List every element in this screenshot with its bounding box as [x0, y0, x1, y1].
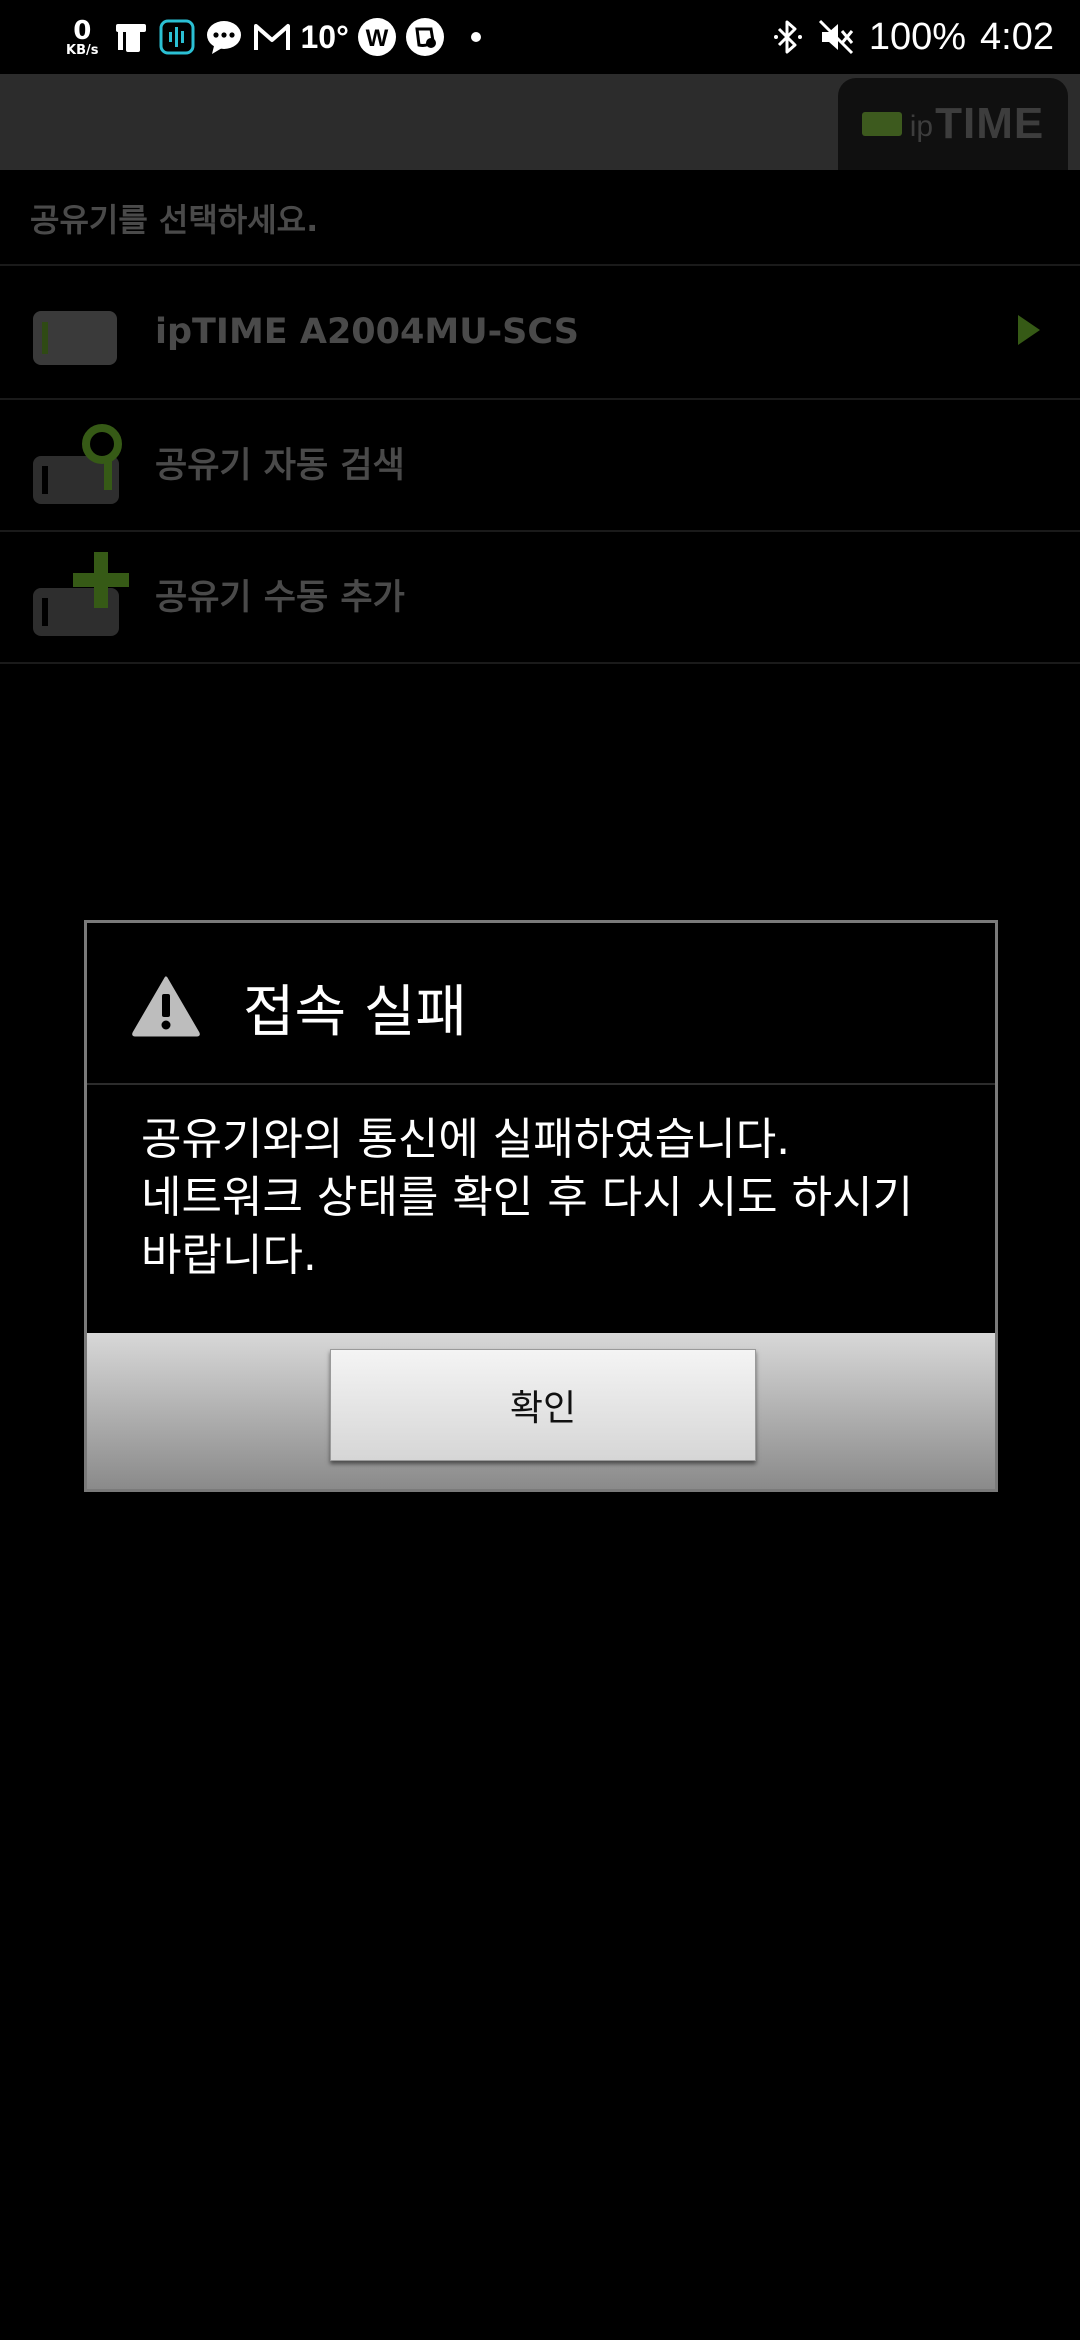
gmail-icon	[252, 18, 292, 56]
dialog-message-line: 네트워크 상태를 확인 후 다시 시도 하시기	[141, 1172, 914, 1223]
dialog-header: 접속 실패	[87, 923, 995, 1085]
logo-time-text: TIME	[935, 99, 1045, 148]
screen: 0 KB/s 10° W 100% 4:02 ip TIME 공유기를 선택하세…	[0, 0, 1080, 2340]
status-bar: 0 KB/s 10° W 100% 4:02	[0, 0, 1080, 74]
dialog-footer: 확인	[87, 1333, 995, 1489]
clock: 4:02	[980, 15, 1054, 58]
connection-failed-dialog: 접속 실패 공유기와의 통신에 실패하였습니다. 네트워크 상태를 확인 후 다…	[84, 920, 998, 1492]
network-speed-value: 0	[73, 15, 92, 46]
router-name: ipTIME A2004MU-SCS	[155, 312, 579, 352]
auto-search-label: 공유기 자동 검색	[155, 446, 405, 486]
dialog-message-line: 바랍니다.	[141, 1230, 317, 1281]
app-notification-icon	[405, 17, 445, 57]
dialog-message: 공유기와의 통신에 실패하였습니다. 네트워크 상태를 확인 후 다시 시도 하…	[141, 1111, 961, 1285]
network-speed: 0 KB/s	[66, 18, 98, 57]
app-header: ip TIME	[0, 74, 1080, 170]
svg-text:W: W	[366, 25, 389, 52]
chat-bubble-icon	[204, 18, 244, 56]
warning-icon	[131, 975, 201, 1041]
bluetooth-icon	[773, 18, 803, 56]
list-heading: 공유기를 선택하세요.	[30, 201, 319, 239]
phone-tool-icon	[112, 18, 150, 56]
router-list-item[interactable]: ipTIME A2004MU-SCS	[0, 266, 1080, 398]
manual-add-item[interactable]: 공유기 수동 추가	[0, 532, 1080, 664]
manual-add-label: 공유기 수동 추가	[155, 578, 405, 618]
iptime-logo: ip TIME	[838, 78, 1068, 170]
play-arrow-icon	[1016, 313, 1042, 351]
w-app-icon: W	[357, 17, 397, 57]
router-add-icon	[32, 550, 132, 642]
weather-temperature: 10°	[300, 18, 349, 55]
status-left: 0 KB/s 10° W	[66, 0, 481, 74]
router-search-icon	[32, 422, 132, 510]
auto-search-item[interactable]: 공유기 자동 검색	[0, 400, 1080, 532]
voice-recorder-icon	[158, 18, 196, 56]
mute-icon	[817, 18, 855, 56]
battery-level: 100%	[868, 15, 967, 58]
more-notifications-dot	[470, 32, 481, 42]
divider	[0, 662, 1080, 664]
ok-button[interactable]: 확인	[330, 1349, 756, 1461]
status-right: 100% 4:02	[773, 0, 1054, 74]
router-icon	[32, 310, 118, 370]
logo-ip-text: ip	[909, 110, 934, 143]
logo-square-icon	[861, 112, 902, 136]
dialog-message-line: 공유기와의 통신에 실패하였습니다.	[141, 1114, 791, 1165]
dialog-title: 접속 실패	[243, 980, 467, 1045]
network-speed-unit: KB/s	[66, 42, 99, 58]
